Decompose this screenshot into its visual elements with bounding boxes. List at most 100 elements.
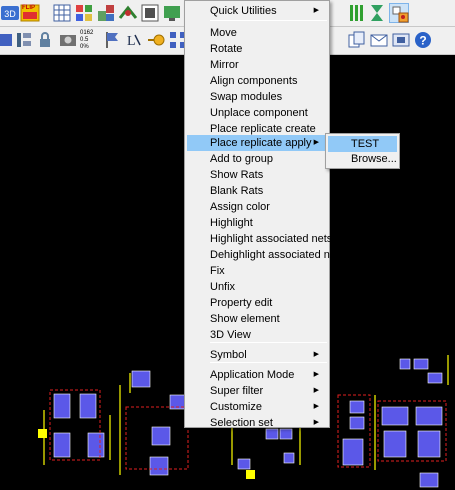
menu-item-unplace-component[interactable]: Unplace component [187, 105, 327, 121]
menu-item-label: Unplace component [210, 107, 308, 119]
pad [349, 400, 365, 414]
menu-item-assign-color[interactable]: Assign color [187, 199, 327, 215]
menu-item-label: Unfix [210, 281, 236, 293]
menu-item-application-mode[interactable]: Application Mode ▶ [187, 367, 327, 383]
pad [427, 372, 443, 384]
grid-icon[interactable] [52, 3, 72, 23]
menu-item-label: Super filter [210, 385, 264, 397]
menu-item-label: Place replicate create [210, 123, 316, 135]
camera-icon[interactable] [58, 30, 78, 50]
menu-item-label: Assign color [210, 201, 270, 213]
layers-icon[interactable] [74, 3, 94, 23]
mini-label-1: 0162 [80, 30, 94, 36]
submenu-arrow-icon: ▶ [313, 7, 319, 14]
menu-item-customize[interactable]: Customize ▶ [187, 399, 327, 415]
menu-item-label: Property edit [210, 297, 273, 309]
menu-item-quick-utilities[interactable]: Quick Utilities ▶ [187, 3, 327, 19]
menu-item-3d-view[interactable]: 3D View [187, 327, 327, 343]
menu-item-place-replicate-apply[interactable]: Place replicate apply ▶ [187, 135, 327, 151]
flip-label: FLIP [22, 5, 35, 11]
lock-icon[interactable] [36, 30, 56, 50]
menu-item-mirror[interactable]: Mirror [187, 57, 327, 73]
submenu-arrow-icon: ▶ [313, 371, 319, 378]
menu-separator [210, 362, 327, 363]
menu-item-label: Blank Rats [210, 185, 264, 197]
pad [237, 458, 251, 470]
menu-item-align-components[interactable]: Align components [187, 73, 327, 89]
hourglass-icon[interactable] [367, 3, 387, 23]
display-icon[interactable] [162, 3, 182, 23]
pad [149, 456, 169, 476]
menu-item-show-element[interactable]: Show element [187, 311, 327, 327]
menu-item-dehighlight-associated-nets[interactable]: Dehighlight associated nets [187, 247, 345, 263]
menu-item-add-to-group[interactable]: Add to group [187, 151, 327, 167]
menu-item-label: Application Mode [210, 369, 295, 381]
pin-icon[interactable] [146, 30, 166, 50]
envelope-icon[interactable] [369, 30, 389, 50]
submenu-arrow-icon: ▶ [313, 403, 319, 410]
svg-text:L: L [127, 34, 136, 49]
menu-item-rotate[interactable]: Rotate [187, 41, 327, 57]
menu-item-label: Place replicate apply [210, 137, 312, 149]
route-icon[interactable] [118, 3, 138, 23]
submenu-item-browse[interactable]: Browse... [328, 151, 397, 167]
submenu-arrow-icon: ▶ [313, 419, 319, 426]
menu-item-label: Dehighlight associated nets [210, 249, 345, 261]
components-icon[interactable] [96, 3, 116, 23]
board-icon[interactable] [391, 30, 411, 50]
pad [419, 472, 439, 488]
menu-item-selection-set[interactable]: Selection set ▶ [187, 415, 327, 431]
menu-item-label: Move [210, 27, 237, 39]
submenu-arrow-icon: ▶ [313, 351, 319, 358]
menu-item-show-rats[interactable]: Show Rats [187, 167, 327, 183]
menu-item-property-edit[interactable]: Property edit [187, 295, 327, 311]
pad [399, 358, 411, 370]
menu-item-label: Swap modules [210, 91, 283, 103]
pad [415, 406, 443, 426]
flag-icon[interactable] [102, 30, 122, 50]
context-menu: Quick Utilities ▶ Move Rotate Mirror Align co… [184, 0, 345, 431]
pad [383, 430, 407, 458]
menu-item-label: Highlight associated nets [210, 233, 333, 245]
menu-item-symbol[interactable]: Symbol ▶ [187, 347, 327, 363]
pad [413, 358, 429, 370]
pad [283, 452, 295, 464]
menu-item-unfix[interactable]: Unfix [187, 279, 327, 295]
pad [53, 432, 71, 458]
menu-item-label: Mirror [210, 59, 239, 71]
3d-view-icon[interactable]: 3D [0, 3, 20, 23]
svg-text:3D: 3D [4, 9, 16, 19]
submenu-arrow-icon: ▶ [313, 139, 319, 146]
menu-item-label: Quick Utilities [210, 5, 277, 17]
align-icon[interactable] [14, 30, 34, 50]
place-icon[interactable] [140, 3, 160, 23]
place-replicate-icon[interactable] [389, 3, 409, 23]
submenu-item-label: Browse... [351, 153, 397, 165]
pad [151, 426, 171, 446]
flip-icon[interactable]: FLIP [20, 3, 40, 23]
silkscreen-marker [246, 470, 255, 479]
menu-item-label: Highlight [210, 217, 253, 229]
help-icon[interactable]: ? [413, 30, 433, 50]
measure-icon[interactable]: 0162 0.5 0% [80, 30, 100, 50]
copy-icon[interactable] [347, 30, 367, 50]
menu-item-highlight[interactable]: Highlight [187, 215, 327, 231]
menu-item-blank-rats[interactable]: Blank Rats [187, 183, 327, 199]
menu-item-fix[interactable]: Fix [187, 263, 327, 279]
menu-item-label: Fix [210, 265, 225, 277]
menu-item-label: Add to group [210, 153, 273, 165]
menu-item-label: Align components [210, 75, 298, 87]
menu-separator [210, 20, 327, 21]
submenu-item-test[interactable]: TEST [328, 136, 397, 152]
submenu-arrow-icon: ▶ [313, 387, 319, 394]
pad [87, 432, 105, 458]
menu-item-swap-modules[interactable]: Swap modules [187, 89, 327, 105]
pad [342, 438, 364, 466]
menu-item-highlight-associated-nets[interactable]: Highlight associated nets [187, 231, 332, 247]
menu-item-super-filter[interactable]: Super filter ▶ [187, 383, 327, 399]
text-icon[interactable]: L [124, 30, 144, 50]
pad [131, 370, 151, 388]
layer-bar-icon[interactable] [347, 3, 367, 23]
menu-item-move[interactable]: Move [187, 25, 327, 41]
mini-label-3: 0% [80, 44, 89, 50]
